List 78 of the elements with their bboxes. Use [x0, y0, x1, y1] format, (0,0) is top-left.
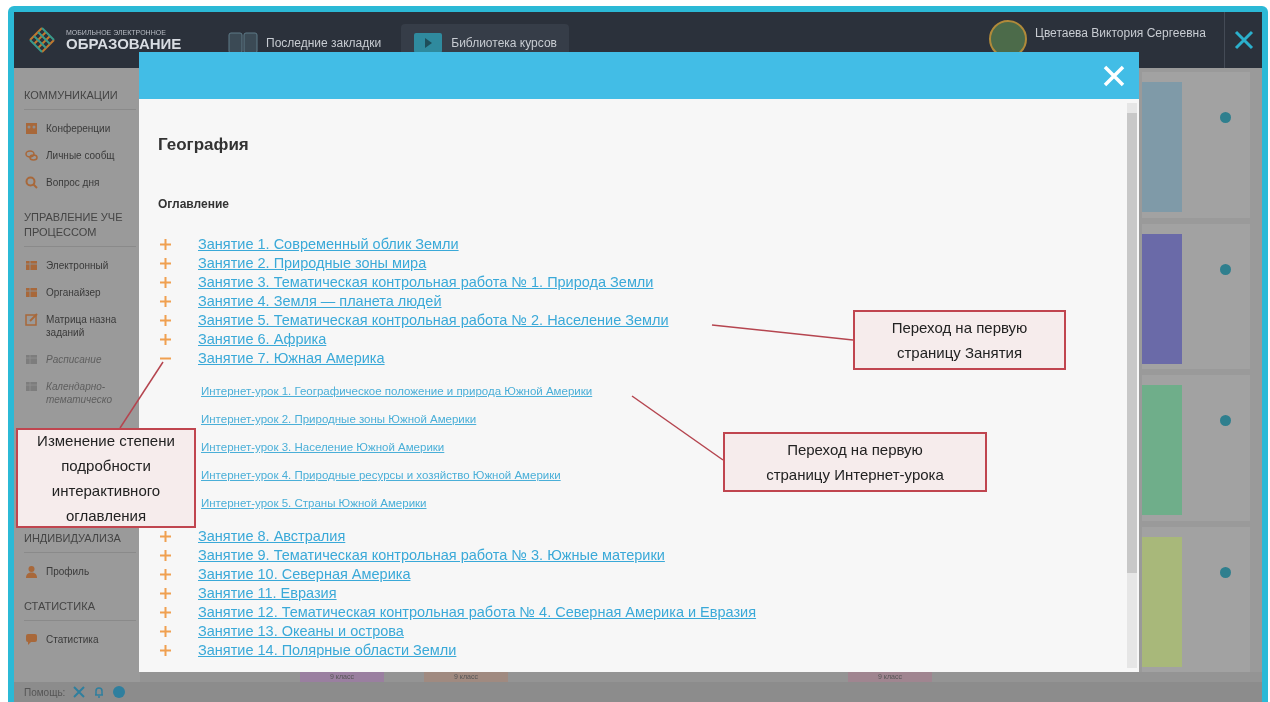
chart-icon [25, 380, 38, 393]
lesson-link[interactable]: Занятие 8. Австралия [198, 527, 346, 546]
plus-icon[interactable] [160, 531, 171, 542]
plus-icon[interactable] [160, 626, 171, 637]
plus-icon[interactable] [160, 258, 171, 269]
play-icon [413, 32, 444, 54]
course-card[interactable] [1142, 526, 1250, 672]
sidebar-item[interactable]: Органайзер [46, 286, 126, 299]
close-icon [1103, 64, 1125, 87]
lesson-link[interactable]: Занятие 11. Евразия [198, 584, 337, 603]
close-icon [1233, 30, 1254, 50]
course-card[interactable] [1142, 223, 1250, 369]
internet-lesson-link[interactable]: Интернет-урок 3. Население Южной Америки [201, 433, 445, 461]
info-icon[interactable] [113, 686, 126, 698]
sidebar-item[interactable]: Личные сообщ [46, 149, 126, 162]
callout: Переход на первую страницу Занятия [853, 310, 1066, 370]
lesson-link[interactable]: Занятие 4. Земля — планета людей [198, 292, 442, 311]
plus-icon[interactable] [160, 315, 171, 326]
lesson-link[interactable]: Занятие 12. Тематическая контрольная работа № 4. Северная Америка и Евразия [198, 603, 757, 622]
sidebar-item[interactable]: Электронный [46, 259, 126, 272]
section-heading: ИНДИВИДУАЛИЗА [24, 531, 136, 553]
internet-lesson-link[interactable]: Интернет-урок 1. Географическое положение и природа Южной Америки [201, 377, 593, 405]
lesson-link[interactable]: Занятие 6. Африка [198, 330, 327, 349]
callout: Переход на первую страницу Интернет-урока [723, 432, 987, 492]
lesson-link[interactable]: Занятие 14. Полярные области Земли [198, 641, 457, 660]
lesson-link[interactable]: Занятие 10. Северная Америка [198, 565, 411, 584]
calendar-icon [25, 286, 38, 299]
user-name[interactable]: Цветаева Виктория Сергеевна [1035, 24, 1206, 42]
book-icon [228, 32, 258, 54]
lesson-link[interactable]: Занятие 3. Тематическая контрольная работа № 1. Природа Земли [198, 273, 654, 292]
plus-icon[interactable] [160, 550, 171, 561]
scrollbar-thumb[interactable] [1127, 113, 1137, 573]
plus-icon[interactable] [160, 296, 171, 307]
lesson-link[interactable]: Занятие 7. Южная Америка [198, 349, 385, 368]
sidebar-item[interactable]: Профиль [46, 565, 126, 578]
sidebar-item[interactable]: Матрица назна заданий [46, 313, 126, 339]
plus-icon[interactable] [160, 569, 171, 580]
plus-icon[interactable] [160, 334, 171, 345]
bell-icon[interactable] [93, 686, 106, 698]
info-icon[interactable] [1220, 263, 1231, 275]
toc-heading: Оглавление [158, 196, 230, 213]
leader-line [119, 361, 164, 429]
sidebar-item[interactable]: Конференции [46, 122, 126, 135]
info-icon[interactable] [1220, 566, 1231, 578]
sidebar-item[interactable]: Вопрос дня [46, 176, 126, 189]
internet-lesson-link[interactable]: Интернет-урок 4. Природные ресурсы и хозяйство Южной Америки [201, 461, 561, 489]
section-heading: СТАТИСТИКА [24, 599, 136, 621]
plus-icon[interactable] [160, 645, 171, 656]
plus-icon[interactable] [160, 588, 171, 599]
lesson-link[interactable]: Занятие 1. Современный облик Земли [198, 235, 459, 254]
course-card[interactable] [1142, 375, 1250, 521]
internet-lesson-link[interactable]: Интернет-урок 5. Страны Южной Америки [201, 489, 427, 517]
lesson-link[interactable]: Занятие 9. Тематическая контрольная работа № 3. Южные материки [198, 546, 665, 565]
chat-bubble-icon [25, 633, 38, 646]
plus-icon[interactable] [160, 277, 171, 288]
tools-icon[interactable] [73, 686, 86, 698]
section-heading: КОММУНИКАЦИИ [24, 88, 136, 110]
info-icon[interactable] [1220, 415, 1231, 426]
sidebar-item[interactable]: Статистика [46, 633, 126, 646]
internet-lesson-link[interactable]: Интернет-урок 2. Природные зоны Южной Америки [201, 405, 477, 433]
lesson-link[interactable]: Занятие 5. Тематическая контрольная работа № 2. Население Земли [198, 311, 669, 330]
user-icon [25, 565, 38, 578]
modal-title: География [158, 135, 250, 155]
plus-icon[interactable] [160, 239, 171, 250]
scrollbar[interactable] [1127, 103, 1137, 668]
table-icon [25, 353, 38, 366]
logo-title: ОБРАЗОВАНИЕ [66, 36, 182, 51]
section-heading: УПРАВЛЕНИЕ УЧЕ ПРОЦЕССОМ [24, 210, 136, 247]
chat-icon [25, 149, 38, 162]
callout: Изменение степени подробности интерактивного оглавления [16, 428, 196, 528]
people-icon [25, 122, 38, 135]
plus-icon[interactable] [160, 607, 171, 618]
lesson-link[interactable]: Занятие 13. Океаны и острова [198, 622, 404, 641]
edit-icon [25, 313, 38, 326]
lesson-link[interactable]: Занятие 2. Природные зоны мира [198, 254, 427, 273]
info-icon[interactable] [1220, 112, 1231, 123]
search-icon [25, 176, 38, 189]
grid-icon [25, 259, 38, 272]
